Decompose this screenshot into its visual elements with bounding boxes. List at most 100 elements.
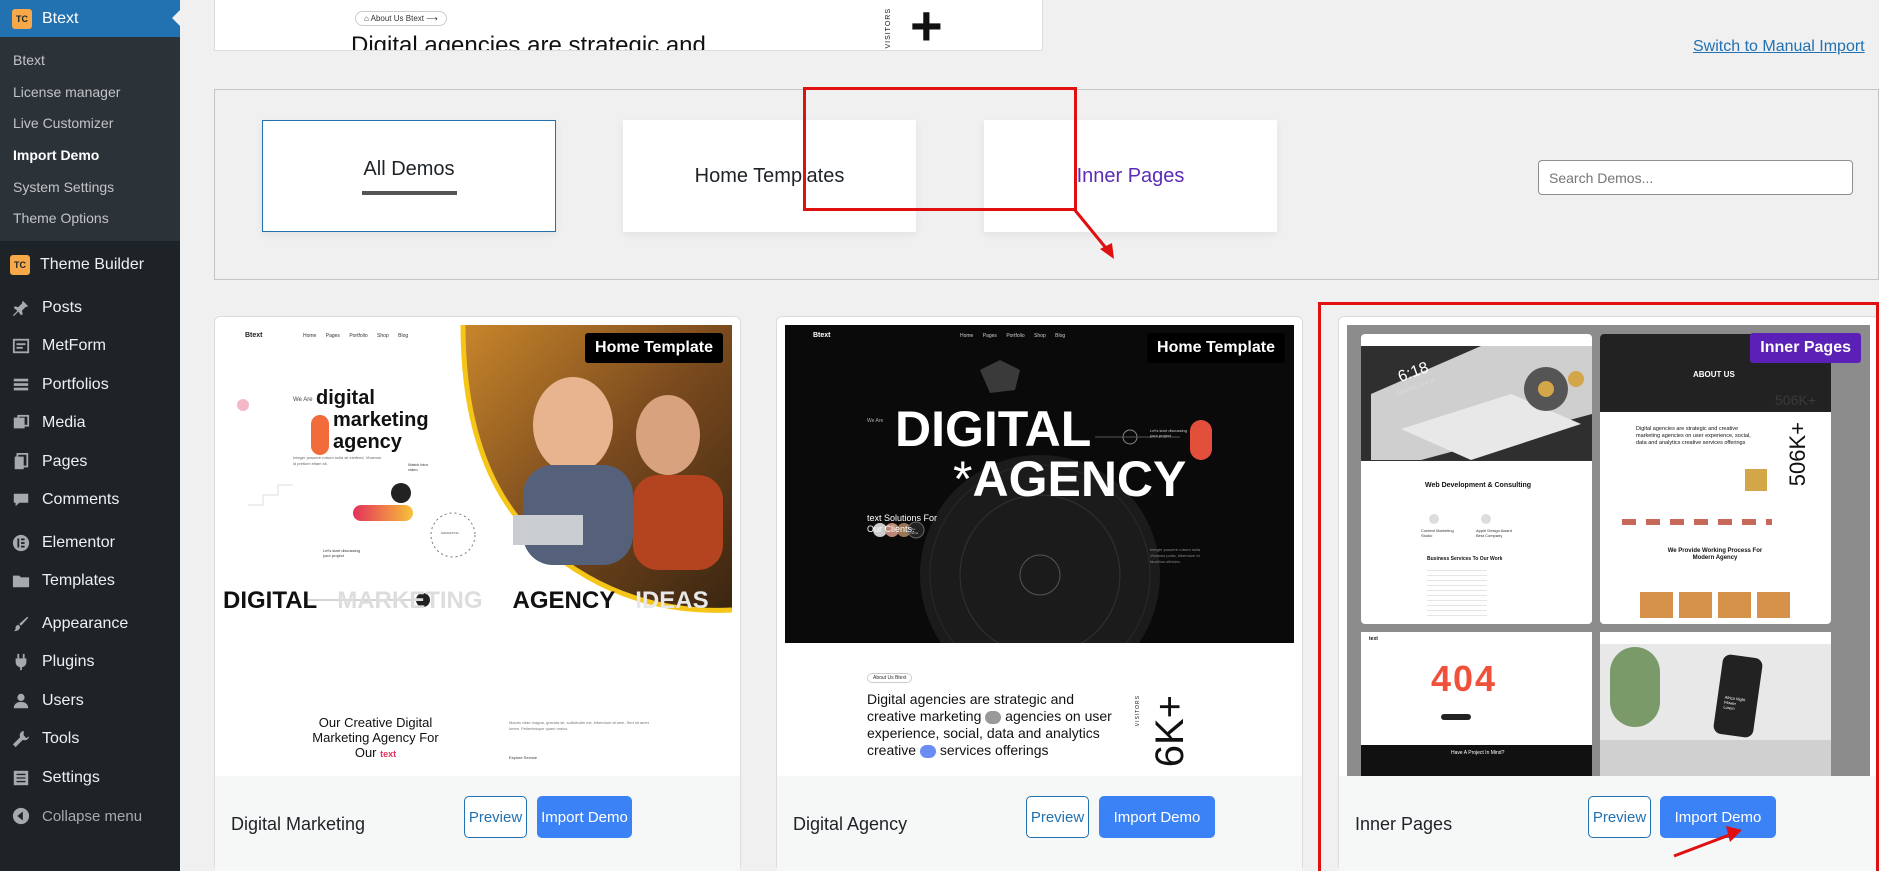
hero-headline-3: agency bbox=[333, 431, 402, 453]
sidebar-item-label: Plugins bbox=[42, 653, 95, 671]
sidebar-item-label: Tools bbox=[42, 730, 80, 748]
badge-home-template: Home Template bbox=[585, 333, 723, 363]
settings-icon bbox=[10, 768, 32, 788]
lets-start-label: Let's start discussing your project bbox=[1150, 428, 1188, 438]
pin-icon bbox=[10, 298, 32, 318]
clients-label: 10k+ Clients bbox=[909, 527, 919, 535]
hero-description: Integer posuere rutrum nulla Vivamus por… bbox=[1150, 547, 1201, 564]
admin-sidebar: TC Btext Btext License manager Live Cust… bbox=[0, 0, 180, 871]
sidebar-item-theme-builder[interactable]: TC Theme Builder bbox=[0, 246, 180, 285]
submenu-theme-options[interactable]: Theme Options bbox=[0, 203, 180, 235]
preview-button[interactable]: Preview bbox=[1026, 796, 1089, 838]
submenu-import-demo[interactable]: Import Demo bbox=[0, 140, 180, 172]
badge-home-template: Home Template bbox=[1147, 333, 1285, 363]
sidebar-item-templates[interactable]: Templates bbox=[0, 562, 180, 601]
submenu-system-settings[interactable]: System Settings bbox=[0, 172, 180, 204]
sidebar-item-label: Templates bbox=[42, 572, 115, 590]
sidebar-item-label: Pages bbox=[42, 452, 88, 470]
hero-description: Integer posuere rutrum nulla sit eleifen… bbox=[293, 455, 381, 466]
sidebar-item-pages[interactable]: Pages bbox=[0, 443, 180, 482]
switch-to-manual-import-link[interactable]: Switch to Manual Import bbox=[1693, 38, 1865, 56]
portfolio-icon bbox=[10, 375, 32, 395]
circle-text: MARKETING bbox=[441, 531, 459, 535]
sidebar-submenu: Btext License manager Live Customizer Im… bbox=[0, 37, 180, 242]
form-icon bbox=[10, 336, 32, 356]
submenu-license-manager[interactable]: License manager bbox=[0, 77, 180, 109]
sidebar-item-comments[interactable]: Comments bbox=[0, 481, 180, 520]
sidebar-item-label: Posts bbox=[42, 298, 83, 316]
pages-icon bbox=[10, 452, 32, 472]
tab-label: All Demos bbox=[363, 157, 455, 180]
annotation-arrow-icon bbox=[1072, 208, 1114, 259]
tab-all-demos[interactable]: All Demos bbox=[262, 120, 556, 232]
solutions-heading: text Solutions For Our Clients. bbox=[867, 513, 938, 534]
sidebar-item-plugins[interactable]: Plugins bbox=[0, 643, 180, 682]
sidebar-item-label: Collapse menu bbox=[42, 807, 143, 825]
hero-headline-1: DIGITAL bbox=[895, 401, 1092, 457]
sidebar-item-settings[interactable]: Settings bbox=[0, 759, 180, 798]
cta-button-text: Discover More bbox=[301, 490, 327, 495]
brand-logo: Btext bbox=[813, 332, 831, 339]
sidebar-item-posts[interactable]: Posts bbox=[0, 289, 180, 328]
hero-headline: Digital agencies are strategic and bbox=[351, 32, 706, 51]
sidebar-item-label: Portfolios bbox=[42, 375, 109, 393]
hero-headline-2: marketing bbox=[333, 409, 429, 431]
collapse-menu-button[interactable]: Collapse menu bbox=[0, 797, 180, 836]
plus-icon: + bbox=[910, 0, 943, 51]
annotation-arrow-icon bbox=[1673, 826, 1742, 858]
card-title: Digital Agency bbox=[793, 814, 908, 834]
creative-heading: Our Creative Digital Marketing Agency Fo… bbox=[312, 715, 439, 760]
submenu-live-customizer[interactable]: Live Customizer bbox=[0, 108, 180, 140]
brush-icon bbox=[10, 614, 32, 634]
media-icon bbox=[10, 413, 32, 433]
tab-label: Inner Pages bbox=[1076, 164, 1185, 187]
nav-menu-text: Home Pages Portfolio Shop Blog bbox=[303, 333, 409, 339]
card-title: Digital Marketing bbox=[231, 814, 366, 834]
creative-paragraph: Mauris vitae magna, gravida sit, sollici… bbox=[509, 720, 649, 731]
demo-card-digital-marketing: Btext Home Pages Portfolio Shop Blog We … bbox=[214, 316, 741, 871]
sidebar-item-portfolios[interactable]: Portfolios bbox=[0, 366, 180, 405]
sidebar-item-label: Theme Builder bbox=[40, 256, 145, 274]
watch-video-label: Watch intro video bbox=[408, 462, 429, 472]
sidebar-item-elementor[interactable]: Elementor bbox=[0, 524, 180, 563]
import-demo-button[interactable]: Import Demo bbox=[537, 796, 632, 838]
sidebar-item-label: Appearance bbox=[42, 614, 129, 632]
card-footer: Digital Agency Preview Import Demo bbox=[777, 776, 1302, 871]
demo-thumbnail[interactable]: Btext Home Pages Portfolio Shop Blog We … bbox=[785, 325, 1294, 776]
explore-service-link: Explore Service bbox=[509, 755, 538, 760]
tc-logo-icon: TC bbox=[12, 8, 32, 29]
plugin-icon bbox=[10, 652, 32, 672]
sidebar-item-label: MetForm bbox=[42, 337, 106, 355]
hero-headline-2: *AGENCY bbox=[953, 451, 1187, 507]
demo-thumbnail[interactable]: Btext Home Pages Portfolio Shop Blog We … bbox=[223, 325, 732, 776]
hero-headline-1: digital bbox=[316, 387, 375, 409]
import-demo-button[interactable]: Import Demo bbox=[1099, 796, 1215, 838]
nav-menu-text: Home Pages Portfolio Shop Blog bbox=[960, 333, 1066, 339]
sidebar-item-users[interactable]: Users bbox=[0, 682, 180, 721]
wrench-icon bbox=[10, 729, 32, 749]
sidebar-item-label: Comments bbox=[42, 491, 120, 509]
submenu-btext[interactable]: Btext bbox=[0, 45, 180, 77]
sidebar-item-label: Settings bbox=[42, 768, 100, 786]
sidebar-item-media[interactable]: Media bbox=[0, 404, 180, 443]
preview-button[interactable]: Preview bbox=[464, 796, 527, 838]
tc-logo-icon: TC bbox=[10, 255, 30, 276]
sidebar-item-metform[interactable]: MetForm bbox=[0, 327, 180, 366]
about-pill: About Us Btext bbox=[867, 673, 913, 683]
we-are-label: We Are bbox=[293, 397, 313, 403]
sidebar-item-appearance[interactable]: Appearance bbox=[0, 605, 180, 644]
search-demos-input[interactable] bbox=[1538, 160, 1853, 195]
highlight-box-inner-pages-card bbox=[1318, 302, 1879, 871]
folder-icon bbox=[10, 571, 32, 591]
visitors-label: VISITORS bbox=[885, 8, 892, 49]
comment-icon bbox=[10, 490, 32, 510]
card-footer: Digital Marketing Preview Import Demo bbox=[215, 776, 740, 871]
demo-hero-preview: ⌂ About Us Btext ⟶ Digital agencies are … bbox=[214, 0, 1043, 51]
demo-card-digital-agency: Btext Home Pages Portfolio Shop Blog We … bbox=[776, 316, 1303, 871]
sidebar-item-tools[interactable]: Tools bbox=[0, 720, 180, 759]
sidebar-item-label: Elementor bbox=[42, 533, 115, 551]
we-are-label: We Are bbox=[867, 418, 884, 424]
sidebar-current-plugin[interactable]: TC Btext bbox=[0, 0, 180, 37]
active-tab-underline bbox=[361, 190, 457, 195]
sidebar-item-label: Users bbox=[42, 691, 84, 709]
